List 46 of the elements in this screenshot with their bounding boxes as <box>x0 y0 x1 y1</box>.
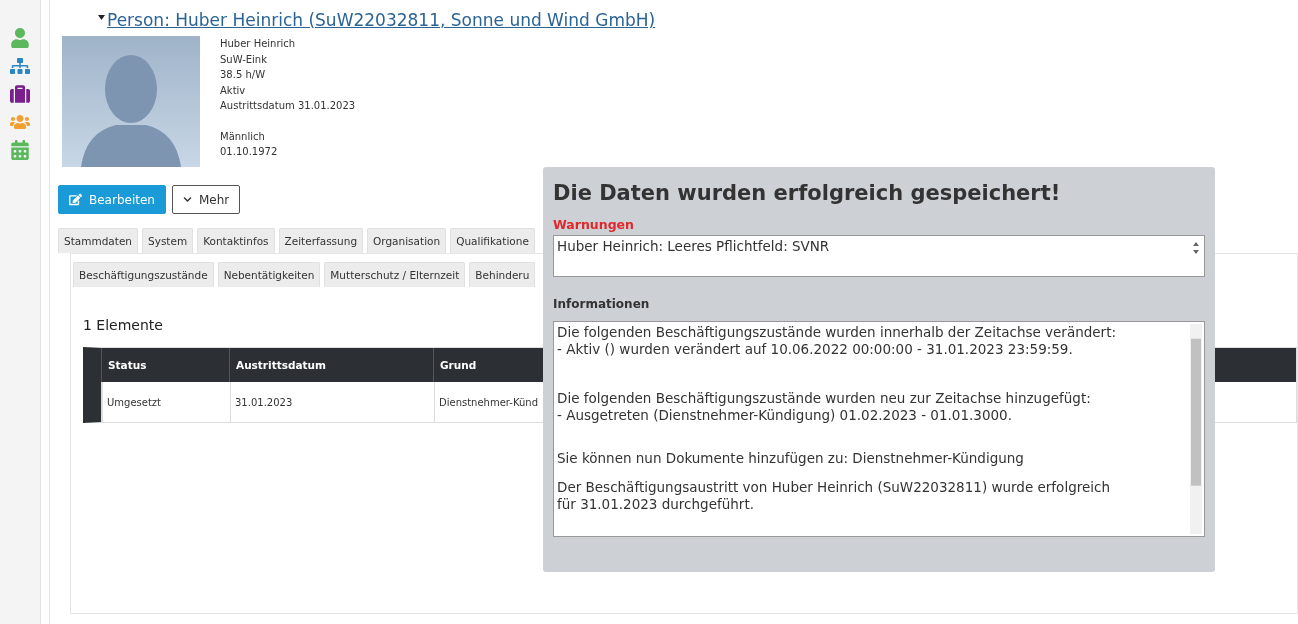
profile-text: Aktiv <box>220 83 247 98</box>
person-title-link[interactable]: Person: Huber Heinrich (SuW22032811, Sonne und Wind GmbH) <box>107 10 656 30</box>
informations-label: Informationen <box>553 297 651 311</box>
dialog-title: Die Daten wurden erfolgreich gespeichert! <box>553 181 1062 205</box>
edit-icon <box>69 193 82 206</box>
more-dropdown-button[interactable]: Mehr <box>171 185 241 214</box>
table-cell: 31.01.2023 <box>230 382 434 422</box>
profile-text: Austrittsdatum 31.01.2023 <box>220 99 356 113</box>
subtab[interactable]: Behinderu <box>469 262 536 287</box>
element-count: 1 Elemente <box>83 317 163 333</box>
information-text: Der Beschäftigungsaustritt von Huber Heinrich (SuW22032811) wurde erfolgreich <box>557 479 1111 496</box>
org-chart-icon[interactable] <box>10 56 30 76</box>
warnings-label: Warnungen <box>553 217 635 232</box>
information-text: für 31.01.2023 durchgeführt. <box>557 496 755 513</box>
profile-text: 38.5 h/W <box>220 68 267 82</box>
tab[interactable]: System <box>142 228 194 253</box>
subtab[interactable]: Mutterschutz / Elternzeit <box>324 262 466 287</box>
information-textarea[interactable] <box>553 321 1205 537</box>
profile-text: 01.10.1972 <box>220 145 279 159</box>
tab[interactable]: Zeiterfassung <box>278 228 364 253</box>
information-text: - Aktiv () wurden verändert auf 10.06.2022 00:00:00 - 31.01.2023 23:59:59. <box>557 341 1074 358</box>
profile-text: Huber Heinrich <box>220 37 297 51</box>
subtab[interactable]: Beschäftigungszustände <box>73 262 214 287</box>
tab[interactable]: Organisation <box>367 228 447 253</box>
caret-icon[interactable] <box>98 15 105 20</box>
person-icon[interactable] <box>10 28 30 48</box>
column-header[interactable]: Status <box>101 348 229 382</box>
information-text: Sie können nun Dokumente hinzufügen zu: Dienstnehmer-Kündigung <box>557 450 1025 467</box>
briefcase-icon[interactable] <box>10 84 30 104</box>
tab[interactable]: Stammdaten <box>58 228 138 253</box>
tab[interactable]: Kontaktinfos <box>197 228 275 253</box>
chevron-down-icon <box>182 195 192 204</box>
information-text: - Ausgetreten (Dienstnehmer-Kündigung) 01.02.2023 - 01.01.3000. <box>557 407 1013 424</box>
information-text: Die folgenden Beschäftigungszustände wurden innerhalb der Zeitachse verändert: <box>557 324 1117 341</box>
warning-text: Huber Heinrich: Leeres Pflichtfeld: SVNR <box>557 238 831 255</box>
information-text: Die folgenden Beschäftigungszustände wurden neu zur Zeitachse hinzugefügt: <box>557 390 1092 407</box>
group-icon[interactable] <box>10 112 30 132</box>
profile-text: SuW-Eink <box>220 52 268 67</box>
column-header[interactable]: Austrittsdatum <box>229 348 433 382</box>
scrollbar[interactable] <box>1190 324 1202 534</box>
profile-text: Männlich <box>220 129 266 144</box>
subtab[interactable]: Nebentätigkeiten <box>217 262 321 287</box>
table-cell: Umgesetzt <box>102 382 230 422</box>
warnings-textarea[interactable]: Huber Heinrich: Leeres Pflichtfeld: SVNR <box>553 235 1205 277</box>
calendar-icon[interactable] <box>10 140 30 160</box>
tab[interactable]: Qualifikatione <box>450 228 535 253</box>
